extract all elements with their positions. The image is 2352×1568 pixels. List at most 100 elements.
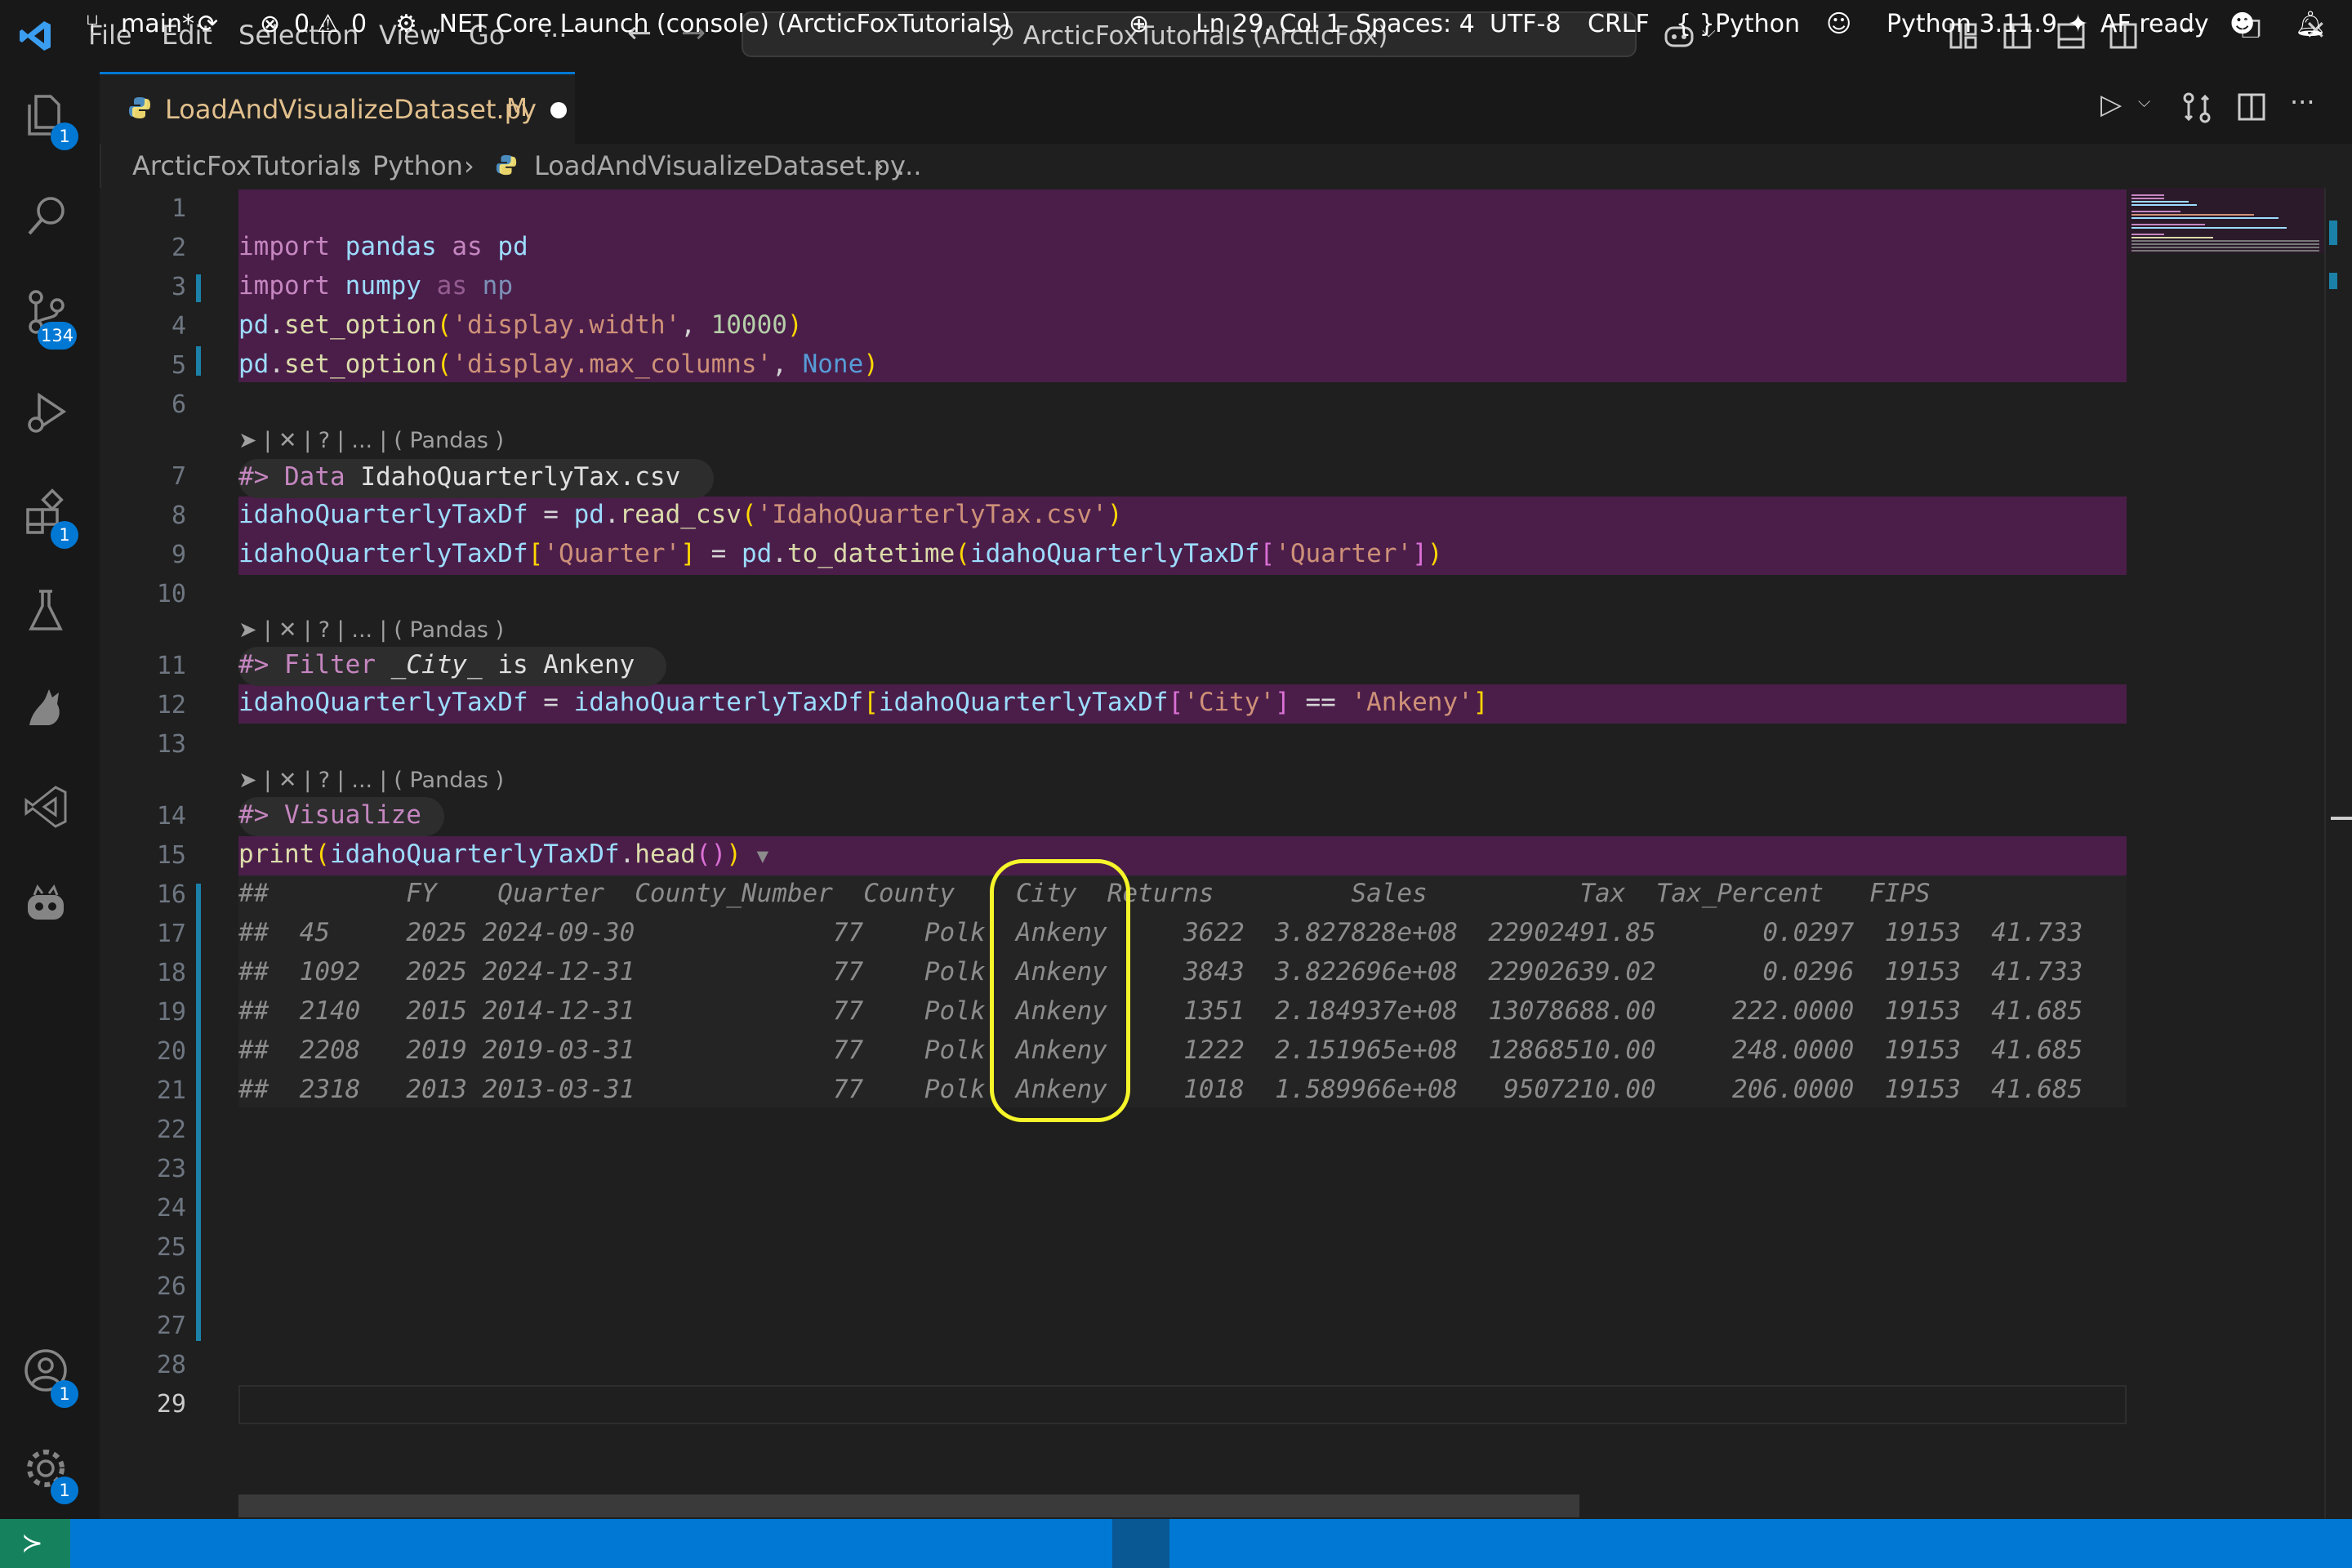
city-column-annotation <box>990 859 1130 1122</box>
python-interpreter[interactable]: Python 3.11.9 <box>1886 10 2057 38</box>
minimap[interactable] <box>2128 188 2336 1519</box>
token: . <box>619 840 635 869</box>
token: ) <box>1107 500 1123 529</box>
token: 10000 <box>710 310 787 340</box>
search-sidebar-icon[interactable] <box>21 191 78 248</box>
token: import <box>238 271 330 301</box>
activity-bar: 1 134 1 1 1 <box>0 72 101 1519</box>
explorer-icon[interactable]: 1 <box>21 90 78 150</box>
encoding[interactable]: UTF-8 <box>1490 10 1561 38</box>
vertical-scrollbar[interactable] <box>2324 188 2352 1519</box>
unsaved-dot-icon[interactable] <box>550 102 567 118</box>
run-and-debug-icon[interactable] <box>21 389 78 446</box>
line-number: 3 <box>171 273 186 301</box>
run-dropdown-chevron-icon[interactable]: ⌵ <box>2138 91 2150 111</box>
code-line-7[interactable]: #> Data IdahoQuarterlyTax.csv <box>238 462 680 492</box>
code-line-14[interactable]: #> Visualize <box>238 800 421 830</box>
output-row: ## 1092 2025 2024-12-31 77 Polk Ankeny 3… <box>238 957 2083 987</box>
accounts-icon[interactable]: 1 <box>21 1346 78 1408</box>
token: 'City' <box>1183 688 1276 717</box>
warning-count[interactable]: 0 <box>351 10 367 38</box>
code-line-11[interactable]: #> Filter _City_ is Ankeny <box>238 650 635 679</box>
af-status[interactable]: AF ready <box>2100 10 2209 38</box>
token: idahoQuarterlyTaxDf <box>238 539 528 568</box>
token: pd <box>741 539 773 568</box>
tab-loadandvisualizedataset[interactable]: LoadAndVisualizeDataset.py M <box>100 72 575 144</box>
codelens-actions[interactable]: ➤ | ✕ | ? | ... | ( Pandas ) <box>238 617 504 643</box>
indentation[interactable]: Spaces: 4 <box>1356 10 1475 38</box>
error-icon: ⊗ <box>260 10 281 38</box>
token: ( <box>741 500 757 529</box>
split-editor-icon[interactable] <box>2236 91 2267 122</box>
source-control-badge: 134 <box>38 322 78 350</box>
output-row: ## 45 2025 2024-09-30 77 Polk Ankeny 362… <box>238 918 2083 947</box>
sync-icon[interactable]: ⟳ <box>198 10 218 38</box>
code-line-9[interactable]: idahoQuarterlyTaxDf['Quarter'] = pd.to_d… <box>238 539 1443 568</box>
token: to_datetime <box>786 539 956 568</box>
end-of-line[interactable]: CRLF <box>1588 10 1650 38</box>
token: 'Quarter' <box>543 539 681 568</box>
token: _City_ <box>390 650 483 679</box>
editor-more-actions-icon[interactable]: ··· <box>2290 87 2315 118</box>
manage-gear-icon[interactable]: 1 <box>21 1444 78 1504</box>
cursor-position[interactable]: Ln 29, Col 1 <box>1196 10 1342 38</box>
code-line-3[interactable]: import numpy as np <box>238 271 513 301</box>
token: ] <box>1472 688 1489 717</box>
remote-indicator[interactable]: ≻ <box>0 1519 70 1568</box>
breadcrumb-file[interactable]: LoadAndVisualizeDataset.py <box>534 150 906 181</box>
output-block-background <box>238 875 2127 1107</box>
token: ( <box>436 310 452 340</box>
source-control-icon[interactable]: 134 <box>21 287 78 350</box>
error-count[interactable]: 0 <box>294 10 310 38</box>
arctic-fox-icon[interactable] <box>21 684 78 742</box>
token: set_option <box>284 310 437 340</box>
token: None <box>802 350 864 379</box>
code-line-8[interactable]: idahoQuarterlyTaxDf = pd.read_csv('Idaho… <box>238 500 1123 529</box>
token: idahoQuarterlyTaxDf <box>969 539 1260 568</box>
git-branch[interactable]: main* <box>121 10 194 38</box>
testing-icon[interactable] <box>21 586 78 644</box>
token: () <box>695 840 727 869</box>
explorer-badge: 1 <box>51 122 78 150</box>
line-number: 4 <box>171 312 186 341</box>
token: pd <box>497 232 528 261</box>
horizontal-scrollbar-thumb[interactable] <box>238 1494 1579 1517</box>
line-number: 18 <box>156 959 186 987</box>
code-line-12[interactable]: idahoQuarterlyTaxDf = idahoQuarterlyTaxD… <box>238 688 1488 717</box>
run-python-file-icon[interactable]: ▷ <box>2100 88 2122 121</box>
line-number: 19 <box>156 998 186 1027</box>
breadcrumb-folder[interactable]: Python <box>372 150 463 181</box>
breadcrumb-root[interactable]: ArcticFoxTutorials <box>132 150 361 181</box>
breadcrumb-more[interactable]: ... <box>897 150 922 181</box>
code-line-15[interactable]: print(idahoQuarterlyTaxDf.head()) ▼ <box>238 840 768 869</box>
line-number: 26 <box>156 1272 186 1301</box>
language-mode[interactable]: Python <box>1715 10 1800 38</box>
token: as <box>452 232 483 261</box>
breadcrumb-separator-icon: › <box>464 150 474 181</box>
visual-studio-icon[interactable] <box>21 782 78 840</box>
codelens-actions[interactable]: ➤ | ✕ | ? | ... | ( Pandas ) <box>238 768 504 793</box>
output-row: ## 2208 2019 2019-03-31 77 Polk Ankeny 1… <box>238 1036 2083 1065</box>
notifications-bell-icon[interactable]: 🔔︎ <box>2295 10 2326 38</box>
line-number: 20 <box>156 1037 186 1066</box>
code-line-2[interactable]: import pandas as pd <box>238 232 528 261</box>
feedback-icon[interactable]: ☻ <box>2230 10 2255 38</box>
zoom-icon[interactable]: ⊕ <box>1129 10 1149 38</box>
token: Visualize <box>284 800 421 830</box>
token: [ <box>863 688 879 717</box>
codelens-actions[interactable]: ➤ | ✕ | ? | ... | ( Pandas ) <box>238 428 504 453</box>
line-number: 13 <box>156 730 186 759</box>
code-line-4[interactable]: pd.set_option('display.width', 10000) <box>238 310 803 340</box>
collapse-output-chevron-icon[interactable]: ▼ <box>757 844 768 867</box>
copilot-chat-icon[interactable] <box>21 880 78 938</box>
debug-launch-config[interactable]: .NET Core Launch (console) (ArcticFoxTut… <box>431 10 1011 38</box>
token: idahoQuarterlyTaxDf <box>238 500 528 529</box>
copilot-status-icon[interactable]: ☺ <box>1826 10 1851 38</box>
token: ) <box>863 350 879 379</box>
token: idahoQuarterlyTaxDf <box>238 688 528 717</box>
minimap-preview <box>2128 188 2336 253</box>
compare-changes-icon[interactable] <box>2180 91 2213 124</box>
gutter-modified-marker <box>196 884 201 1341</box>
extensions-icon[interactable]: 1 <box>21 488 78 549</box>
code-line-5[interactable]: pd.set_option('display.max_columns', Non… <box>238 350 879 379</box>
